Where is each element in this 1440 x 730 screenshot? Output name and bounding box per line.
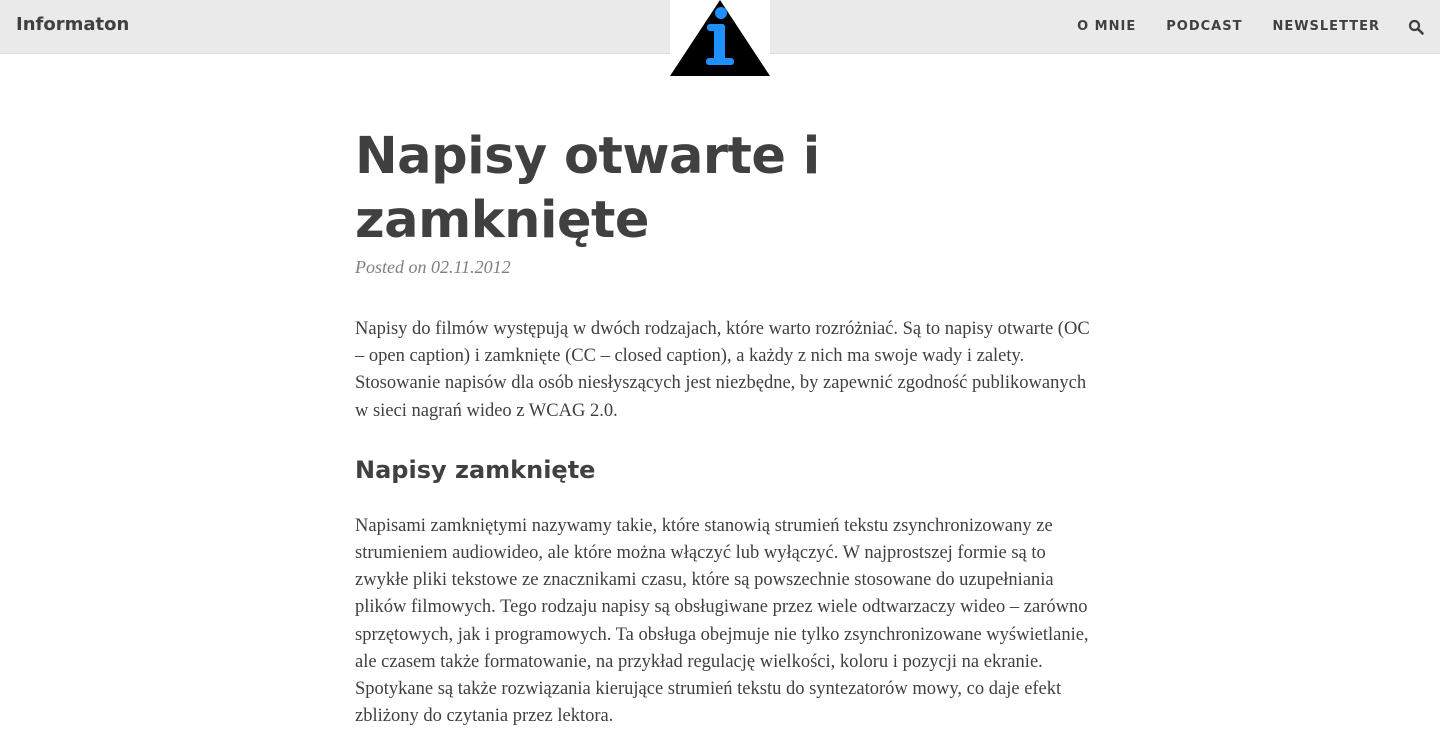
post-date: Posted on 02.11.2012	[355, 257, 511, 277]
post-title: Napisy otwarte i zamknięte	[355, 127, 820, 250]
navbar: Informaton O MNIE PODCAST NEWSLETTER	[0, 0, 1440, 76]
nav-link-podcast[interactable]: PODCAST	[1166, 19, 1242, 34]
post-intro-paragraph: Napisy do filmów występują w dwóch rodza…	[355, 319, 1090, 421]
brand-link[interactable]: Informaton	[16, 14, 129, 35]
search-button[interactable]	[1408, 19, 1424, 35]
nav-link-o-mnie[interactable]: O MNIE	[1077, 19, 1136, 34]
info-triangle-icon	[670, 0, 770, 76]
nav-link-newsletter[interactable]: NEWSLETTER	[1272, 19, 1380, 34]
search-icon	[1408, 19, 1424, 35]
section-paragraph: Napisami zamkniętymi nazywamy takie, któ…	[355, 515, 1089, 727]
section-heading: Napisy zamknięte	[355, 455, 596, 484]
post-content: Napisy otwarte i zamknięte Posted on 02.…	[355, 125, 1090, 730]
main-nav: O MNIE PODCAST NEWSLETTER	[1077, 19, 1380, 34]
site-logo[interactable]	[670, 0, 770, 76]
